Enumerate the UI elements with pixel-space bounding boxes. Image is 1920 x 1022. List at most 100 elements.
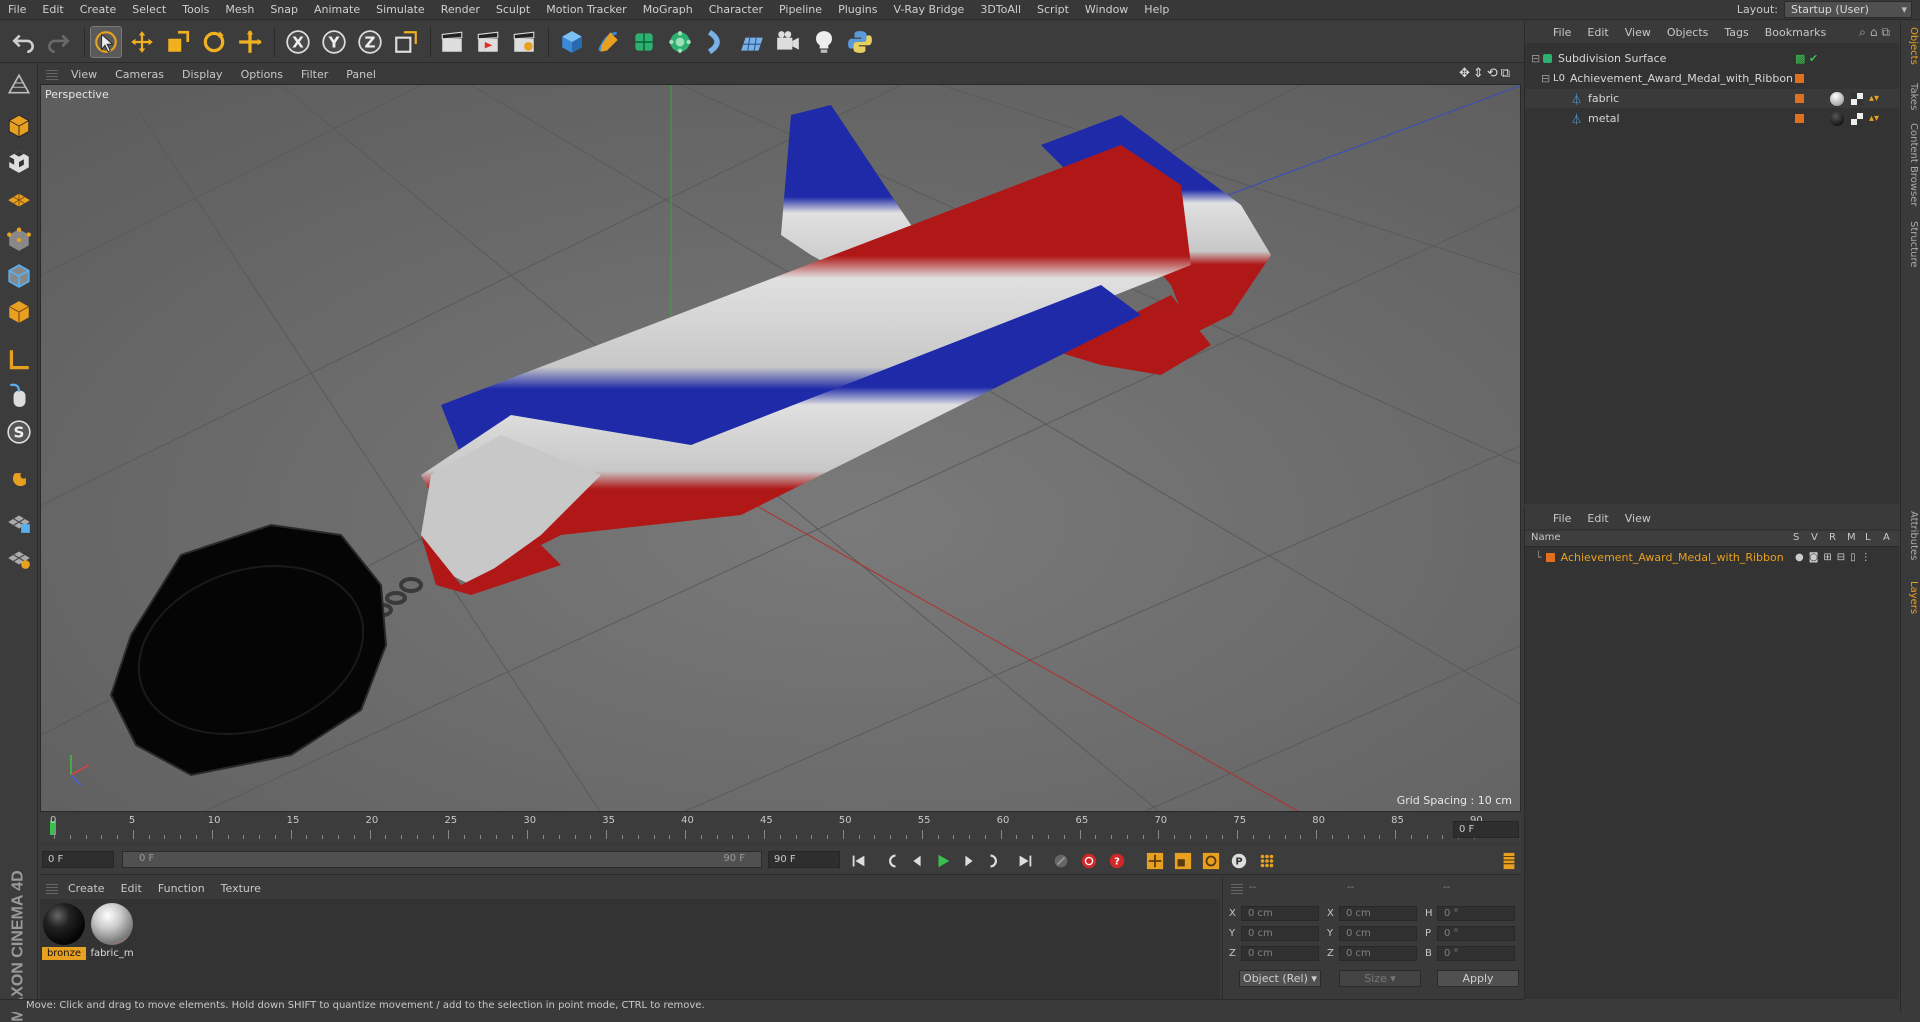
enabled-check-icon[interactable]: ▩ ✔ [1795,52,1818,65]
material-fabric[interactable]: fabric_m [90,903,134,960]
live-selection-button[interactable] [90,26,122,58]
viewport-menu-view[interactable]: View [62,68,106,81]
key-rotation-button[interactable] [1200,850,1222,872]
tree-row-fabric[interactable]: ⏃ fabric ▴▾ [1525,89,1900,108]
menu-sculpt[interactable]: Sculpt [488,0,538,20]
size-mode-dropdown[interactable]: Size ▾ [1339,970,1421,987]
layout-select[interactable]: Startup (User) [1784,1,1912,18]
x-axis-lock-button[interactable]: X [282,26,314,58]
size-y-field[interactable]: 0 cm [1339,926,1417,941]
tab-objects[interactable]: Objects [1903,27,1919,65]
tweak-mode-button[interactable] [3,380,35,412]
menu-character[interactable]: Character [701,0,771,20]
objects-menu-objects[interactable]: Objects [1659,26,1717,39]
motion-record-button[interactable] [1050,850,1072,872]
workplane-mode-button[interactable] [3,182,35,214]
objects-menu-bookmarks[interactable]: Bookmarks [1757,26,1834,39]
layer-row[interactable]: └ Achievement_Award_Medal_with_Ribbon ●◙… [1525,548,1900,567]
layers-menu-view[interactable]: View [1617,512,1659,525]
layers-menu-edit[interactable]: Edit [1579,512,1616,525]
pen-spline-button[interactable] [592,26,624,58]
size-x-field[interactable]: 0 cm [1339,906,1417,921]
next-key-button[interactable] [984,850,1006,872]
y-axis-lock-button[interactable]: Y [318,26,350,58]
menu-create[interactable]: Create [72,0,125,20]
objects-menu-view[interactable]: View [1617,26,1659,39]
light-button[interactable] [808,26,840,58]
viewport-menu-cameras[interactable]: Cameras [106,68,173,81]
material-menu-create[interactable]: Create [60,882,113,895]
layer-flags[interactable]: ●◙⊞⊟▯⋮ [1795,552,1876,563]
menu-select[interactable]: Select [124,0,174,20]
key-position-button[interactable] [1144,850,1166,872]
material-menu-texture[interactable]: Texture [213,882,269,895]
menu-pipeline[interactable]: Pipeline [771,0,830,20]
coordinate-system-button[interactable] [390,26,422,58]
previous-frame-button[interactable] [906,850,928,872]
collapse-toggle[interactable]: ⊟ [1541,72,1553,85]
previous-key-button[interactable] [880,850,902,872]
z-axis-lock-button[interactable]: Z [354,26,386,58]
search-icon[interactable]: ⌕⌂⧉ [1859,25,1894,40]
rotation-h-field[interactable]: 0 ° [1437,906,1515,921]
render-view-button[interactable] [436,26,468,58]
material-menu-function[interactable]: Function [150,882,213,895]
menu-mograph[interactable]: MoGraph [635,0,701,20]
menu-script[interactable]: Script [1029,0,1077,20]
tree-row-subdivision-surface[interactable]: ⊟ Subdivision Surface ▩ ✔ [1525,49,1900,68]
menu-motion-tracker[interactable]: Motion Tracker [538,0,634,20]
material-bronze[interactable]: bronze [42,903,86,960]
grid-snap-button[interactable] [3,506,35,538]
render-picture-viewer-button[interactable] [472,26,504,58]
magnet-button[interactable] [3,464,35,496]
menu-vray-bridge[interactable]: V-Ray Bridge [885,0,972,20]
record-active-objects-button[interactable] [1078,850,1100,872]
polygons-mode-button[interactable] [3,296,35,328]
tab-takes[interactable]: Takes [1903,83,1919,110]
tab-layers[interactable]: Layers [1903,581,1919,614]
cloner-button[interactable] [664,26,696,58]
floor-button[interactable] [736,26,768,58]
layers-menu-file[interactable]: File [1545,512,1579,525]
rotation-b-field[interactable]: 0 ° [1437,946,1515,961]
selection-tag-icon[interactable]: ▴▾ [1869,93,1879,104]
menu-simulate[interactable]: Simulate [368,0,433,20]
objects-menu-tags[interactable]: Tags [1716,26,1756,39]
tree-row-medal[interactable]: ⊟ L0 Achievement_Award_Medal_with_Ribbon [1525,69,1900,88]
layer-color-swatch[interactable] [1545,553,1555,562]
position-y-field[interactable]: 0 cm [1241,926,1319,941]
coordinate-mode-dropdown[interactable]: Object (Rel) ▾ [1239,970,1321,987]
deformer-button[interactable] [700,26,732,58]
end-frame-field[interactable]: 90 F [768,851,840,868]
play-button[interactable] [932,850,954,872]
menu-plugins[interactable]: Plugins [830,0,885,20]
menu-animate[interactable]: Animate [306,0,368,20]
material-tag-icon[interactable] [1830,91,1844,106]
rotate-button[interactable] [198,26,230,58]
tab-content-browser[interactable]: Content Browser [1903,123,1919,206]
key-parameter-button[interactable]: P [1228,850,1250,872]
timeline-window-button[interactable] [1498,850,1520,872]
edit-render-settings-button[interactable] [508,26,540,58]
position-z-field[interactable]: 0 cm [1241,946,1319,961]
viewport-nav-icons[interactable]: ✥⇕⟲⧉ [1459,66,1513,81]
go-to-start-button[interactable] [848,850,870,872]
axis-mode-button[interactable] [3,344,35,376]
python-button[interactable] [844,26,876,58]
position-x-field[interactable]: 0 cm [1241,906,1319,921]
menu-tools[interactable]: Tools [174,0,217,20]
menu-snap[interactable]: Snap [262,0,306,20]
start-frame-field[interactable]: 0 F [42,851,114,868]
menu-3dtoall[interactable]: 3DToAll [972,0,1029,20]
material-menu-edit[interactable]: Edit [113,882,150,895]
menu-edit[interactable]: Edit [34,0,71,20]
viewport-menu-filter[interactable]: Filter [292,68,337,81]
menu-mesh[interactable]: Mesh [217,0,262,20]
menu-render[interactable]: Render [433,0,488,20]
scale-button[interactable] [162,26,194,58]
tab-attributes[interactable]: Attributes [1903,511,1919,560]
viewport-menu-options[interactable]: Options [232,68,292,81]
go-to-end-button[interactable] [1014,850,1036,872]
tree-row-metal[interactable]: ⏃ metal ▴▾ [1525,109,1900,128]
range-slider[interactable]: 0 F 90 F [122,851,762,868]
